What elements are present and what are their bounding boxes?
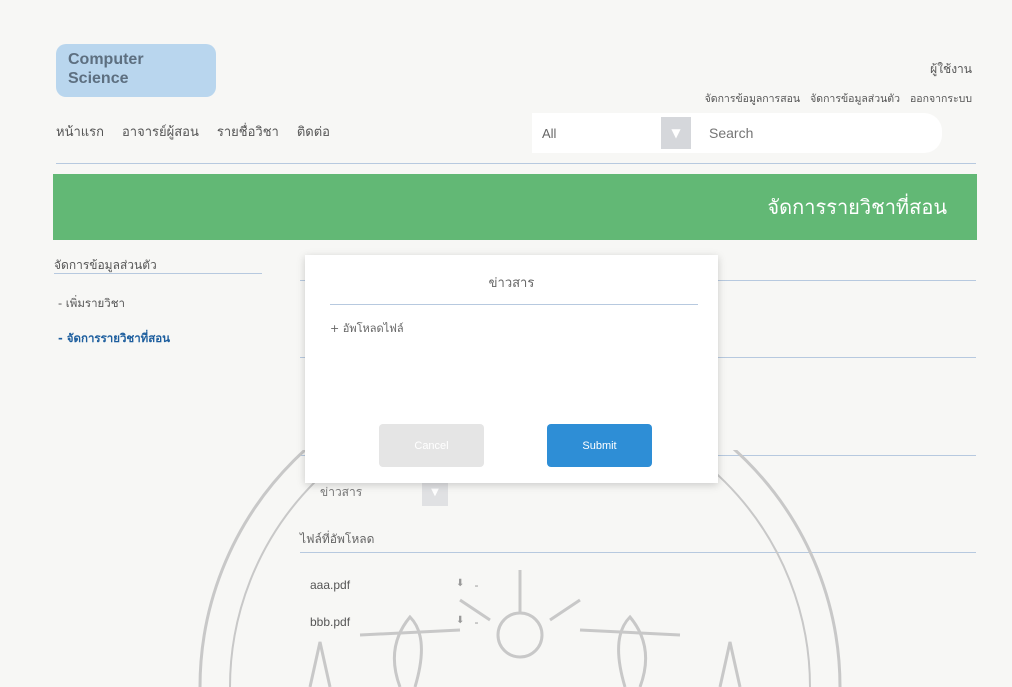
nav-instructors[interactable]: อาจารย์ผู้สอน: [122, 121, 199, 142]
brand-logo[interactable]: Computer Science: [56, 44, 216, 97]
link-manage-teaching[interactable]: จัดการข้อมูลการสอน: [705, 90, 801, 107]
uploaded-files-title: ไฟล์ที่อัพโหลด: [300, 532, 375, 546]
category-select-value: ข่าวสาร: [320, 484, 363, 499]
sidebar-item-add-course[interactable]: - เพิ่มรายวิชา: [58, 295, 125, 313]
header-divider: [56, 163, 976, 164]
form-divider: [300, 552, 976, 553]
file-name[interactable]: aaa.pdf: [310, 578, 350, 592]
sidebar-divider: [54, 273, 262, 274]
sidebar-item-manage-courses[interactable]: - จัดการรายวิชาที่สอน: [58, 330, 170, 348]
file-row: bbb.pdf ⬇ -: [310, 615, 478, 629]
user-links: จัดการข้อมูลการสอน จัดการข้อมูลส่วนตัว อ…: [705, 90, 972, 107]
file-name[interactable]: bbb.pdf: [310, 615, 350, 629]
page-banner: จัดการรายวิชาที่สอน: [53, 174, 977, 240]
modal-divider: [330, 304, 698, 305]
link-logout[interactable]: ออกจากระบบ: [910, 90, 972, 107]
nav-home[interactable]: หน้าแรก: [56, 121, 104, 142]
main-nav: หน้าแรก อาจารย์ผู้สอน รายชื่อวิชา ติดต่อ: [56, 121, 330, 142]
search-input[interactable]: [697, 113, 942, 153]
user-label[interactable]: ผู้ใช้งาน: [930, 60, 972, 79]
download-icon[interactable]: ⬇: [456, 615, 464, 629]
brand-line-2: Science: [68, 70, 129, 87]
news-modal: ข่าวสาร + อัพโหลดไฟล์ Cancel Submit: [305, 255, 718, 483]
search-filter-value: All: [542, 125, 557, 141]
chevron-down-icon[interactable]: ▼: [661, 117, 691, 149]
download-icon[interactable]: ⬇: [456, 578, 464, 592]
university-seal-watermark: [198, 450, 842, 687]
submit-button[interactable]: Submit: [547, 424, 652, 467]
file-row: aaa.pdf ⬇ -: [310, 578, 478, 592]
modal-title: ข่าวสาร: [488, 276, 535, 291]
link-manage-profile[interactable]: จัดการข้อมูลส่วนตัว: [810, 90, 900, 107]
upload-file-link[interactable]: + อัพโหลดไฟล์: [330, 319, 404, 337]
file-separator: -: [474, 615, 479, 629]
search-filter-select[interactable]: All ▼: [532, 113, 697, 153]
nav-contact[interactable]: ติดต่อ: [297, 121, 330, 142]
brand-line-1: Computer: [68, 51, 144, 68]
page-title: จัดการรายวิชาที่สอน: [767, 195, 947, 219]
file-separator: -: [474, 578, 479, 592]
nav-courses[interactable]: รายชื่อวิชา: [217, 121, 279, 142]
cancel-button[interactable]: Cancel: [379, 424, 484, 467]
